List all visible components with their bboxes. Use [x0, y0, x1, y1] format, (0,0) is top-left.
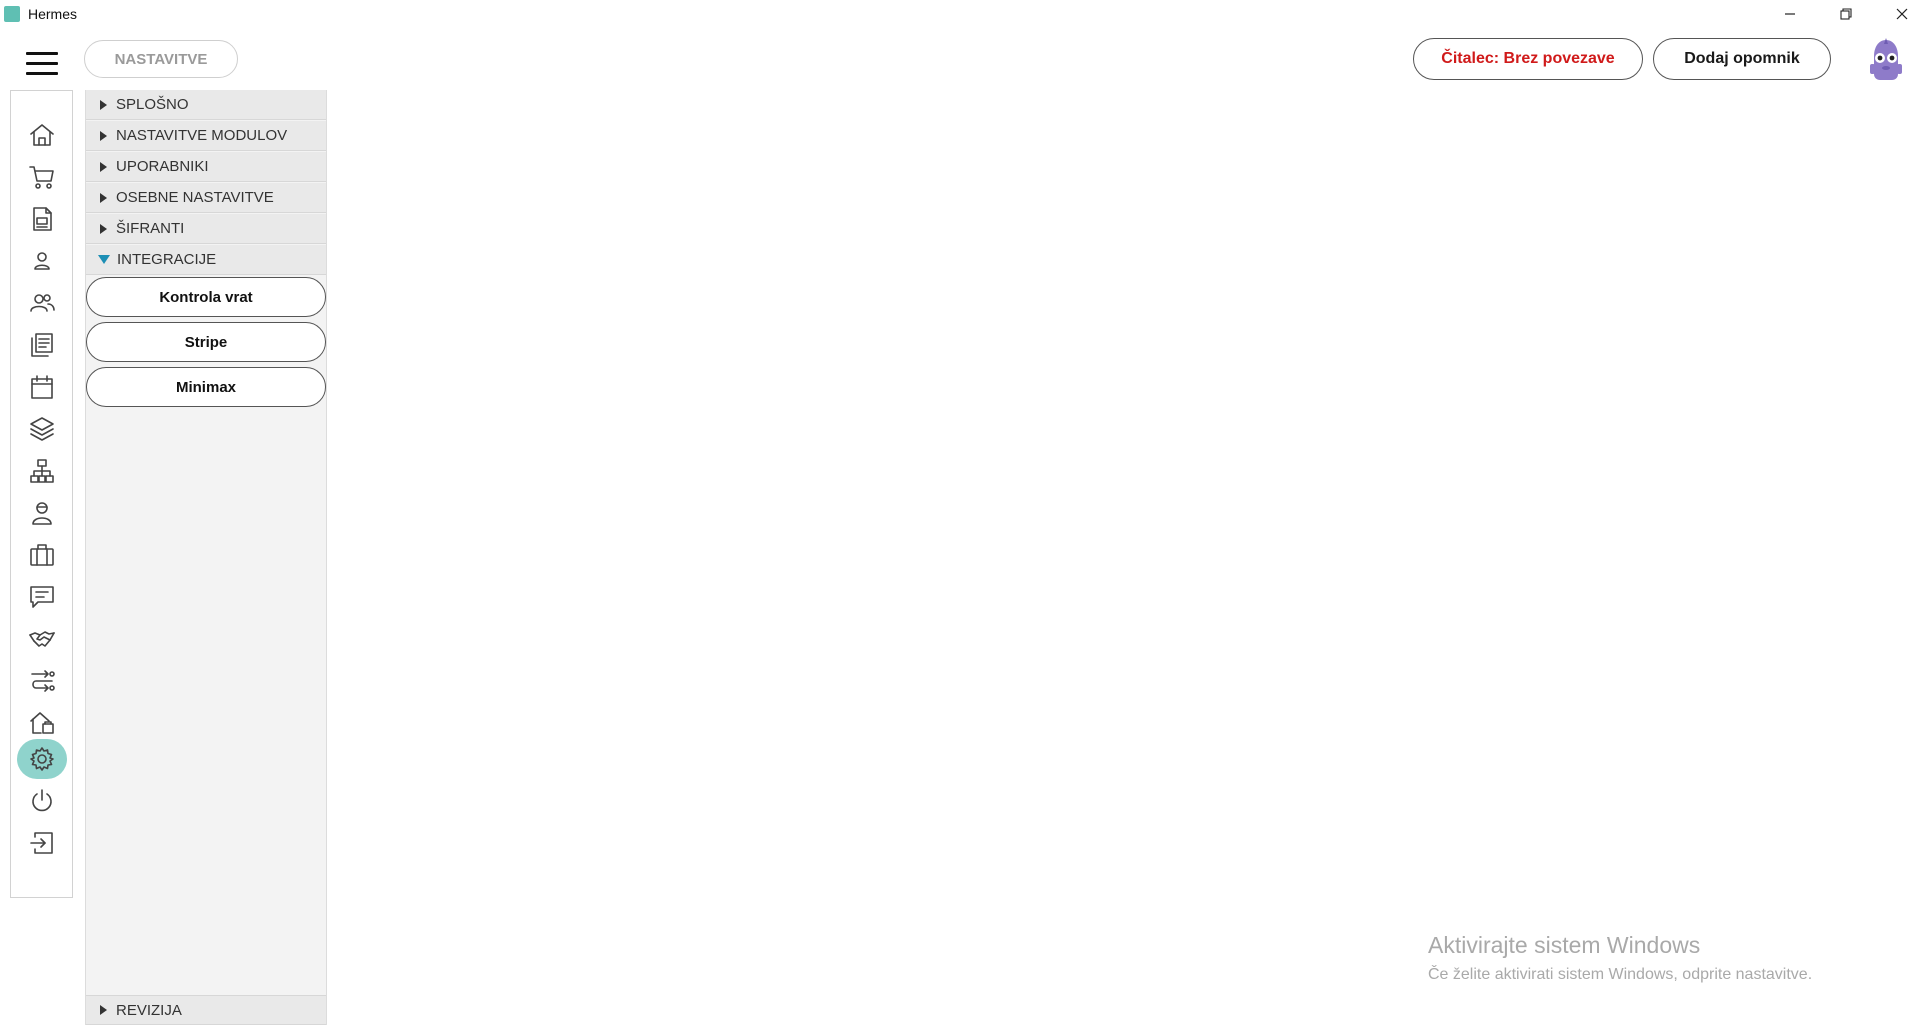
close-icon: [1896, 8, 1908, 20]
section-audit[interactable]: REVIZIJA: [86, 995, 326, 1025]
hamburger-line: [26, 52, 58, 55]
users-icon: [30, 294, 55, 312]
mascot-icon: [1870, 38, 1902, 80]
section-label: UPORABNIKI: [116, 158, 209, 175]
reports-icon: [31, 333, 53, 357]
section-label: INTEGRACIJE: [117, 251, 217, 268]
nav-partners[interactable]: [17, 619, 67, 659]
nav-messages[interactable]: [17, 577, 67, 617]
nav-briefcase[interactable]: [17, 535, 67, 575]
handshake-icon: [29, 631, 55, 647]
nav-calendar[interactable]: [17, 367, 67, 407]
close-window-button[interactable]: [1874, 0, 1918, 28]
nav-settings[interactable]: [17, 739, 67, 779]
nav-reports[interactable]: [17, 325, 67, 365]
app-logo-icon: [4, 6, 20, 22]
calendar-icon: [31, 375, 53, 399]
avatar[interactable]: [1866, 38, 1906, 82]
nav-power[interactable]: [17, 781, 67, 821]
nav-layers[interactable]: [17, 409, 67, 449]
nav-user[interactable]: [17, 241, 67, 281]
chat-icon: [30, 586, 54, 608]
add-reminder-button[interactable]: Dodaj opomnik: [1653, 38, 1831, 80]
page-title: NASTAVITVE: [84, 40, 238, 78]
integration-door-control-button[interactable]: Kontrola vrat: [86, 277, 326, 317]
section-general[interactable]: SPLOŠNO: [86, 90, 326, 120]
activation-watermark-title: Aktivirajte sistem Windows: [1428, 932, 1701, 958]
section-label: ŠIFRANTI: [116, 220, 185, 237]
expand-arrow-icon: [100, 223, 107, 234]
nav-logout[interactable]: [17, 823, 67, 863]
section-label: NASTAVITVE MODULOV: [116, 127, 288, 144]
briefcase-icon: [30, 544, 54, 566]
nav-employee[interactable]: [17, 493, 67, 533]
hierarchy-icon: [30, 459, 54, 483]
minimize-button[interactable]: [1762, 0, 1818, 28]
power-icon: [32, 789, 52, 812]
hamburger-line: [26, 62, 58, 65]
route-icon: [31, 670, 55, 692]
nav-shop[interactable]: [17, 157, 67, 197]
nav-users[interactable]: [17, 283, 67, 323]
section-integrations[interactable]: INTEGRACIJE: [86, 245, 326, 275]
menu-toggle-button[interactable]: [26, 52, 58, 76]
window-title: Hermes: [28, 6, 78, 22]
home-icon: [30, 124, 54, 146]
nav-documents[interactable]: [17, 199, 67, 239]
integration-stripe-button[interactable]: Stripe: [86, 322, 326, 362]
hamburger-line: [26, 72, 58, 75]
expand-arrow-icon: [100, 161, 107, 172]
nav-routes[interactable]: [17, 661, 67, 701]
expand-arrow-icon: [100, 99, 107, 110]
nav-hierarchy[interactable]: [17, 451, 67, 491]
settings-icon: [30, 747, 54, 771]
section-label: OSEBNE NASTAVITVE: [116, 189, 274, 206]
building-icon: [30, 712, 54, 734]
employee-icon: [32, 502, 52, 525]
expand-arrow-icon: [100, 130, 107, 141]
expand-arrow-icon: [100, 1005, 107, 1015]
collapse-arrow-icon: [98, 255, 110, 264]
documents-icon: [33, 207, 52, 231]
activation-watermark-subtitle: Če želite aktivirati sistem Windows, odp…: [1428, 966, 1813, 983]
logout-icon: [30, 832, 53, 854]
window-titlebar: Hermes: [0, 0, 1918, 28]
section-users[interactable]: UPORABNIKI: [86, 152, 326, 182]
nav-facilities[interactable]: [17, 703, 67, 743]
main-navigation-rail: [10, 90, 73, 898]
settings-tree-panel: SPLOŠNO NASTAVITVE MODULOV UPORABNIKI OS…: [85, 90, 327, 1025]
nav-home[interactable]: [17, 115, 67, 155]
restore-icon: [1840, 8, 1852, 20]
section-label: SPLOŠNO: [116, 96, 189, 113]
layers-icon: [30, 417, 54, 441]
user-icon: [34, 252, 50, 270]
expand-arrow-icon: [100, 192, 107, 203]
integration-minimax-button[interactable]: Minimax: [86, 367, 326, 407]
section-label: REVIZIJA: [116, 1001, 182, 1019]
section-personal-settings[interactable]: OSEBNE NASTAVITVE: [86, 183, 326, 213]
minimize-icon: [1785, 13, 1795, 15]
section-module-settings[interactable]: NASTAVITVE MODULOV: [86, 121, 326, 151]
reader-status-button[interactable]: Čitalec: Brez povezave: [1413, 38, 1643, 80]
section-code-lists[interactable]: ŠIFRANTI: [86, 214, 326, 244]
restore-button[interactable]: [1818, 0, 1874, 28]
cart-icon: [29, 166, 54, 189]
